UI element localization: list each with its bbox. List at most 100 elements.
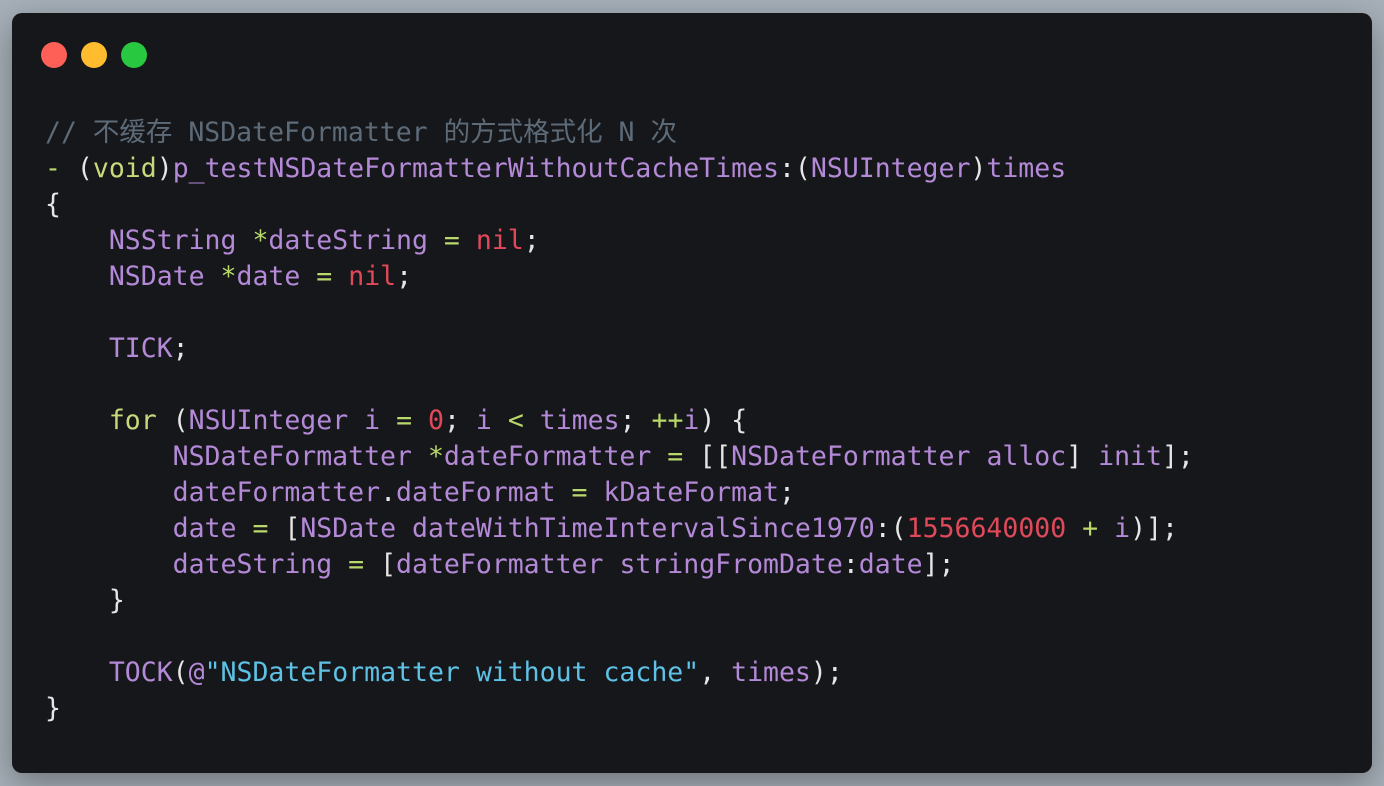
- code-token: [[: [683, 441, 732, 472]
- code-token: TICK: [108, 333, 173, 364]
- code-token: // 不缓存 NSDateFormatter 的方式格式化 N 次: [45, 117, 677, 148]
- code-token: =: [667, 441, 684, 472]
- code-token: ) {: [699, 405, 748, 436]
- code-window: // 不缓存 NSDateFormatter 的方式格式化 N 次- (void…: [12, 13, 1372, 773]
- code-token: ;: [443, 405, 476, 436]
- code-token: kDateFormat: [603, 477, 779, 508]
- zoom-button[interactable]: [121, 42, 147, 68]
- code-token: NSDate: [108, 261, 205, 292]
- code-token: ++: [651, 405, 684, 436]
- code-line: }: [45, 691, 1194, 727]
- code-token: :: [842, 549, 859, 580]
- code-token: dateFormatter: [443, 441, 652, 472]
- code-token: (: [76, 153, 93, 184]
- code-line: }: [45, 583, 1194, 619]
- code-token: );: [810, 657, 843, 688]
- code-line: {: [45, 187, 1194, 223]
- code-token: ): [970, 153, 987, 184]
- code-token: {: [45, 189, 61, 220]
- code-line: - (void) p_testNSDateFormatterWithoutCach…: [45, 151, 1194, 187]
- code-token: dateString: [268, 225, 428, 256]
- code-token: *: [220, 261, 237, 292]
- code-token: alloc: [986, 441, 1067, 472]
- close-button[interactable]: [41, 42, 67, 68]
- code-token: ;: [172, 333, 189, 364]
- code-token: [: [268, 513, 301, 544]
- code-token: ;: [778, 477, 795, 508]
- code-token: .: [380, 477, 397, 508]
- code-token: *: [252, 225, 269, 256]
- code-line: date = [NSDate dateWithTimeIntervalSince…: [45, 511, 1194, 547]
- code-line: for (NSUInteger i = 0; i < times; ++i) {: [45, 403, 1194, 439]
- code-line: dateString = [dateFormatter stringFromDa…: [45, 547, 1194, 583]
- code-token: i: [475, 405, 492, 436]
- code-token: i: [683, 405, 700, 436]
- code-line: dateFormatter.dateFormat = kDateFormat;: [45, 475, 1194, 511]
- code-token: [: [364, 549, 397, 580]
- code-token: =: [252, 513, 269, 544]
- code-token: times: [986, 153, 1067, 184]
- code-token: 0: [428, 405, 444, 436]
- code-token: p_testNSDateFormatterWithoutCacheTimes: [172, 153, 779, 184]
- code-token: dateFormatter: [172, 477, 381, 508]
- code-token: NSString: [108, 225, 237, 256]
- window-controls: [41, 42, 147, 68]
- code-line: TOCK(@"NSDateFormatter without cache", t…: [45, 655, 1194, 691]
- code-block: // 不缓存 NSDateFormatter 的方式格式化 N 次- (void…: [45, 115, 1194, 727]
- code-token: ,: [699, 657, 732, 688]
- code-token: :(: [778, 153, 811, 184]
- code-token: +: [1082, 513, 1099, 544]
- code-token: times: [731, 657, 811, 688]
- code-token: ];: [1161, 441, 1194, 472]
- code-token: <: [507, 405, 524, 436]
- code-token: ;: [619, 405, 652, 436]
- code-line: TICK;: [45, 331, 1194, 367]
- code-token: dateString: [172, 549, 333, 580]
- code-token: NSUInteger: [188, 405, 349, 436]
- code-token: dateWithTimeIntervalSince1970: [412, 513, 875, 544]
- code-token: date: [858, 549, 923, 580]
- code-line: NSString *dateString = nil;: [45, 223, 1194, 259]
- code-token: void: [92, 153, 157, 184]
- code-token: nil: [475, 225, 524, 256]
- code-token: i: [1114, 513, 1131, 544]
- code-token: =: [571, 477, 588, 508]
- code-token: dateFormatter: [396, 549, 604, 580]
- code-token: ]: [1066, 441, 1099, 472]
- code-token: ];: [922, 549, 955, 580]
- code-token: :(: [874, 513, 907, 544]
- code-token: =: [396, 405, 413, 436]
- code-token: 1556640000: [906, 513, 1067, 544]
- code-token: "NSDateFormatter without cache": [204, 657, 700, 688]
- code-token: nil: [348, 261, 397, 292]
- code-token: TOCK: [108, 657, 173, 688]
- code-token: =: [443, 225, 460, 256]
- minimize-button[interactable]: [81, 42, 107, 68]
- code-token: )];: [1130, 513, 1178, 544]
- code-token: -: [45, 153, 77, 184]
